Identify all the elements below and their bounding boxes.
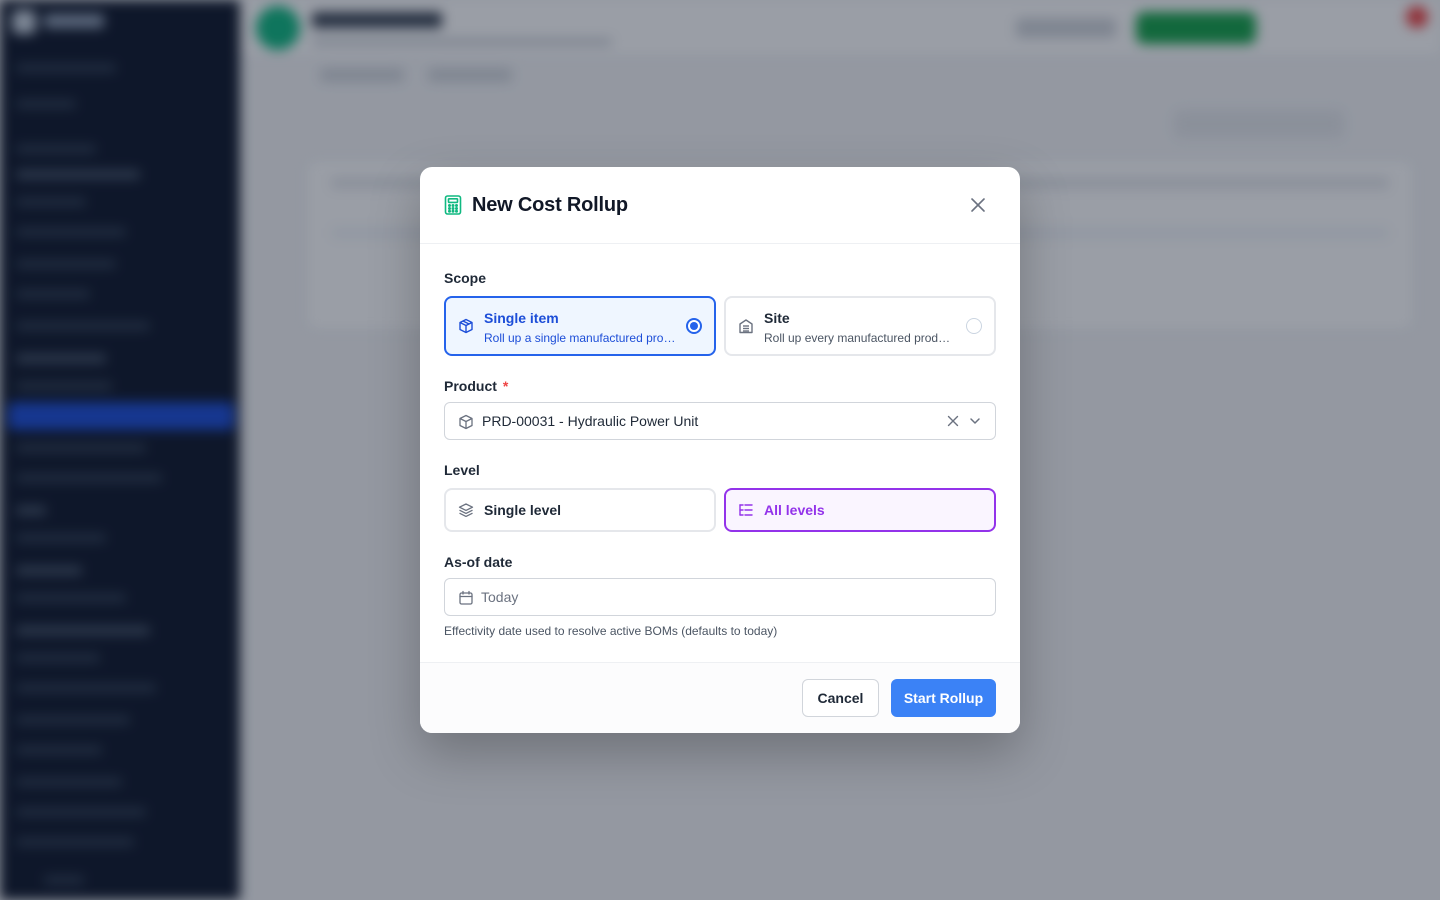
as-of-date-input[interactable] <box>481 579 981 615</box>
calculator-icon <box>444 195 462 215</box>
scope-radio-site[interactable] <box>966 318 982 334</box>
level-option-label: Single level <box>484 502 562 518</box>
clear-icon[interactable] <box>945 413 961 429</box>
scope-label: Scope <box>444 270 487 286</box>
as-of-date-field[interactable] <box>444 578 996 616</box>
scope-option-single-item[interactable]: Single item Roll up a single manufacture… <box>444 296 716 356</box>
close-icon <box>971 198 985 212</box>
scope-option-description: Roll up a single manufactured product <box>484 331 676 345</box>
scope-option-title: Site <box>764 310 790 326</box>
scope-radio-single-item[interactable] <box>686 318 702 334</box>
layers-icon <box>458 503 474 518</box>
required-marker: * <box>502 378 509 394</box>
level-option-all-levels[interactable]: All levels <box>724 488 996 532</box>
product-label: Product * <box>444 378 508 394</box>
cancel-button[interactable]: Cancel <box>802 679 879 717</box>
dialog-header: New Cost Rollup <box>420 167 1020 244</box>
start-rollup-button[interactable]: Start Rollup <box>891 679 996 717</box>
scope-option-site[interactable]: Site Roll up every manufactured product … <box>724 296 996 356</box>
package-icon <box>459 414 473 430</box>
scope-option-description: Roll up every manufactured product at a … <box>764 331 956 345</box>
level-option-label: All levels <box>764 502 825 518</box>
tree-list-icon <box>739 504 753 516</box>
package-icon <box>459 318 473 334</box>
building-icon <box>739 319 753 334</box>
dialog-title: New Cost Rollup <box>472 194 628 216</box>
close-button[interactable] <box>966 193 990 217</box>
product-select-value: PRD-00031 - Hydraulic Power Unit <box>482 413 699 429</box>
new-cost-rollup-dialog: New Cost Rollup Scope Single item Roll u… <box>420 167 1020 733</box>
product-select[interactable]: PRD-00031 - Hydraulic Power Unit <box>444 402 996 440</box>
as-of-date-label: As-of date <box>444 554 513 570</box>
level-option-single-level[interactable]: Single level <box>444 488 716 532</box>
calendar-icon <box>459 590 473 605</box>
dialog-footer: Cancel Start Rollup <box>420 662 1020 733</box>
level-label: Level <box>444 462 480 478</box>
product-label-text: Product <box>444 378 497 394</box>
as-of-date-help: Effectivity date used to resolve active … <box>444 624 778 638</box>
scope-option-title: Single item <box>484 310 559 326</box>
chevron-down-icon[interactable] <box>967 413 983 429</box>
